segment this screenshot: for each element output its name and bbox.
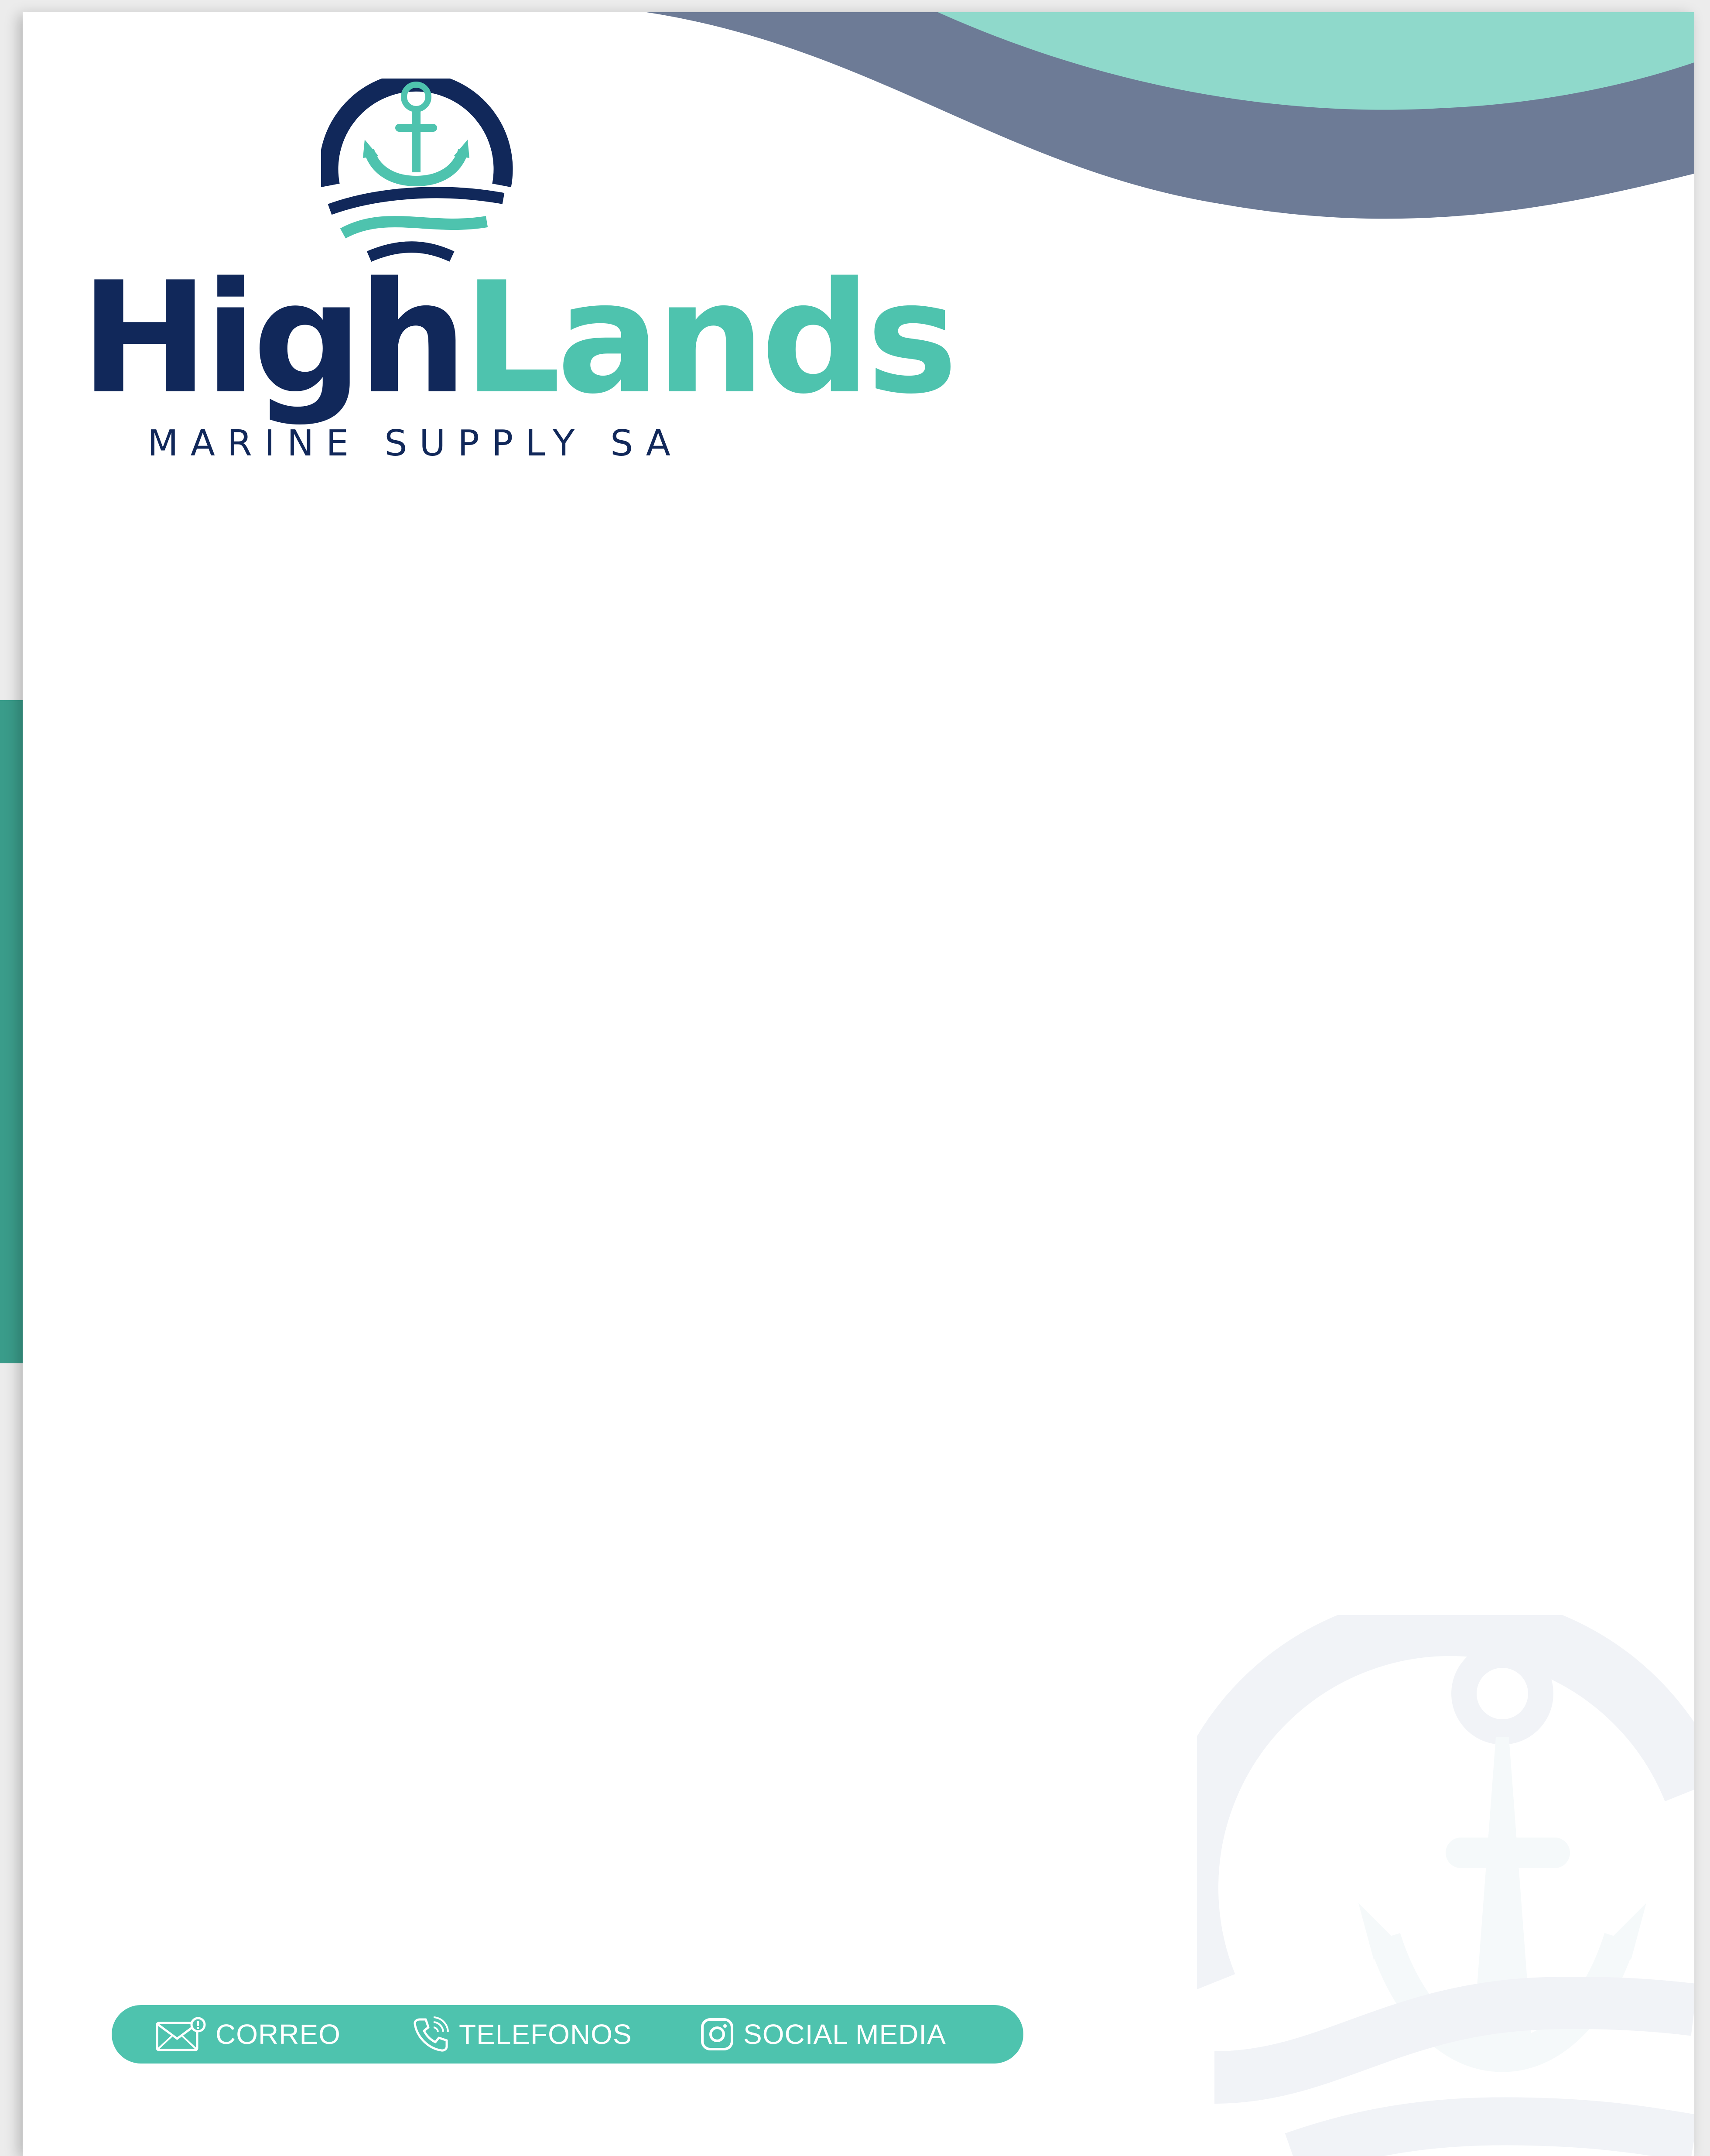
- envelope-icon: [156, 2017, 206, 2051]
- contact-email-label: CORREO: [215, 2019, 341, 2050]
- brand-name: HighLands: [80, 262, 958, 415]
- contact-social[interactable]: SOCIAL MEDIA: [701, 2005, 946, 2064]
- contact-social-label: SOCIAL MEDIA: [743, 2019, 946, 2050]
- brand-name-part1: High: [80, 249, 468, 428]
- anchor-waves-icon: [321, 79, 513, 262]
- brand-tagline: MARINE SUPPLY SA: [147, 423, 683, 464]
- contact-phone[interactable]: TELEFONOS: [413, 2005, 632, 2064]
- contact-phone-label: TELEFONOS: [459, 2019, 632, 2050]
- side-accent-bar: [0, 700, 26, 1363]
- contact-bar: CORREO TELEFONOS SOCIAL MEDIA: [112, 2005, 1023, 2064]
- anchor-watermark-icon: [1197, 1615, 1694, 2156]
- contact-email[interactable]: CORREO: [155, 2005, 341, 2064]
- instagram-icon: [701, 2018, 733, 2050]
- phone-icon: [414, 2016, 449, 2052]
- brand-name-part2: Lands: [463, 249, 958, 428]
- letterhead-page: HighLands MARINE SUPPLY SA CORREO TELEFO…: [23, 12, 1694, 2156]
- header-wave-decoration: [646, 12, 1694, 219]
